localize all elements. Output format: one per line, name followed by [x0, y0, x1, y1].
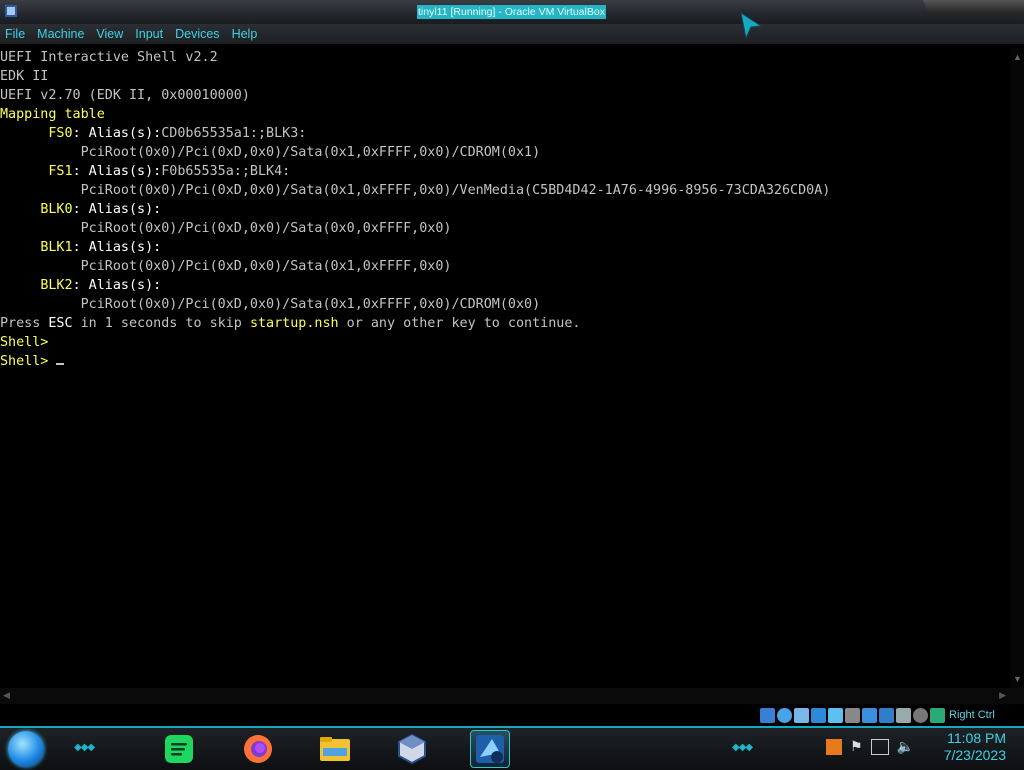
- taskbar-spotify[interactable]: [160, 731, 198, 767]
- volume-icon[interactable]: 🔈: [897, 738, 914, 755]
- vm-status-bar: Right Ctrl: [760, 704, 1024, 726]
- console-line: BLK0: Alias(s):: [40, 202, 162, 217]
- menu-file[interactable]: File: [0, 24, 31, 44]
- taskbar-firefox[interactable]: [239, 731, 277, 767]
- display-icon[interactable]: [862, 707, 877, 723]
- taskbar: ◆◆◆ ◆◆◆ ⚑ 🔈 11:08 PM 7/23/2023: [0, 726, 1024, 770]
- taskbar-decoration: ◆◆◆: [732, 742, 753, 753]
- menu-bar: File Machine View Input Devices Help: [0, 24, 1024, 44]
- taskbar-virtualbox[interactable]: [393, 731, 431, 767]
- horizontal-scrollbar[interactable]: ◀ ▶: [0, 688, 1024, 704]
- scroll-up-arrow-icon[interactable]: ▲: [1013, 52, 1022, 62]
- menu-machine[interactable]: Machine: [31, 24, 90, 44]
- shell-prompt[interactable]: Shell>: [0, 352, 65, 371]
- text-cursor: [56, 363, 65, 365]
- scroll-down-arrow-icon[interactable]: ▼: [1013, 674, 1022, 684]
- recording-icon[interactable]: [879, 707, 894, 723]
- flag-icon[interactable]: ⚑: [850, 738, 863, 755]
- firefox-icon: [244, 735, 272, 763]
- console-line: PciRoot(0x0)/Pci(0xD,0x0)/Sata(0x1,0xFFF…: [0, 259, 452, 274]
- shared-folder-icon[interactable]: [845, 707, 860, 723]
- console-line: UEFI Interactive Shell v2.2: [0, 50, 218, 65]
- keyboard-icon[interactable]: [930, 707, 945, 723]
- taskbar-clock[interactable]: 11:08 PM 7/23/2023: [944, 730, 1006, 764]
- menu-view[interactable]: View: [90, 24, 129, 44]
- spotify-icon: [165, 735, 193, 763]
- console-line: PciRoot(0x0)/Pci(0xD,0x0)/Sata(0x1,0xFFF…: [0, 297, 541, 312]
- taskbar-decoration: ◆◆◆: [74, 742, 95, 753]
- host-key-label: Right Ctrl: [949, 709, 995, 721]
- network-icon[interactable]: [811, 707, 826, 723]
- console-line: Mapping table: [0, 107, 105, 122]
- scroll-right-arrow-icon[interactable]: ▶: [999, 688, 1006, 702]
- console-line: PciRoot(0x0)/Pci(0xD,0x0)/Sata(0x1,0xFFF…: [0, 183, 831, 198]
- taskbar-file-explorer[interactable]: [316, 731, 354, 767]
- cpu-icon[interactable]: [896, 707, 911, 723]
- clock-date: 7/23/2023: [943, 747, 1006, 763]
- clock-time: 11:08 PM: [947, 730, 1006, 746]
- taskbar-vm-window[interactable]: [470, 730, 510, 768]
- start-button[interactable]: [8, 731, 44, 767]
- window-controls[interactable]: [922, 0, 1024, 14]
- vm-console[interactable]: UEFI Interactive Shell v2.2 EDK II UEFI …: [0, 48, 1010, 688]
- virtualbox-app-icon[interactable]: [3, 3, 19, 19]
- console-line: UEFI v2.70 (EDK II, 0x00010000): [0, 88, 250, 103]
- file-explorer-icon: [320, 737, 350, 761]
- hard-disk-icon[interactable]: [760, 707, 775, 723]
- menu-devices[interactable]: Devices: [169, 24, 225, 44]
- console-line: FS0: Alias(s):CD0b65535a1:;BLK3:: [48, 126, 307, 141]
- mouse-integration-icon[interactable]: [913, 707, 928, 723]
- console-line: BLK1: Alias(s):: [40, 240, 162, 255]
- usb-icon[interactable]: [828, 707, 843, 723]
- console-line: Press ESC in 1 seconds to skip startup.n…: [0, 316, 581, 331]
- optical-drive-icon[interactable]: [777, 707, 792, 723]
- virtualbox-icon: [398, 733, 426, 765]
- console-line: Shell>: [0, 335, 49, 350]
- audio-icon[interactable]: [794, 707, 809, 723]
- java-icon[interactable]: [826, 738, 842, 755]
- console-line: PciRoot(0x0)/Pci(0xD,0x0)/Sata(0x1,0xFFF…: [0, 145, 541, 160]
- window-title: tinyl11 [Running] - Oracle VM VirtualBox: [417, 5, 606, 19]
- vertical-scrollbar[interactable]: ▲ ▼: [1010, 48, 1024, 688]
- menu-help[interactable]: Help: [226, 24, 264, 44]
- mouse-pointer-icon: [740, 12, 763, 40]
- scroll-left-arrow-icon[interactable]: ◀: [3, 688, 10, 702]
- console-line: FS1: Alias(s):F0b65535a:;BLK4:: [48, 164, 291, 179]
- console-line: EDK II: [0, 69, 49, 84]
- menu-input[interactable]: Input: [129, 24, 169, 44]
- console-line: BLK2: Alias(s):: [40, 278, 162, 293]
- virtualbox-vm-icon: [476, 735, 504, 763]
- network-tray-icon[interactable]: [870, 738, 889, 755]
- console-line: PciRoot(0x0)/Pci(0xD,0x0)/Sata(0x0,0xFFF…: [0, 221, 452, 236]
- system-tray: ⚑ 🔈: [826, 738, 914, 755]
- window-title-bar: tinyl11 [Running] - Oracle VM VirtualBox: [0, 0, 1024, 25]
